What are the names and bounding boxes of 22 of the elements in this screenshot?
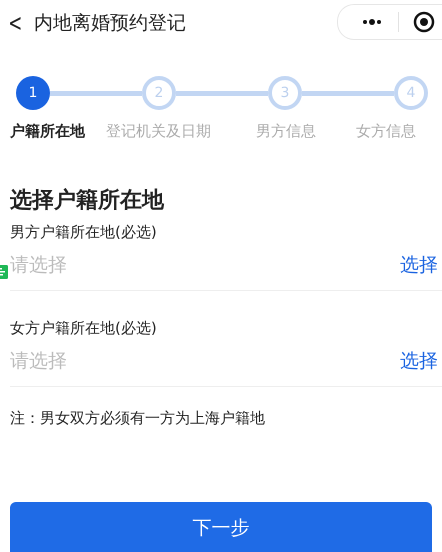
step-circle: 1 [16, 76, 50, 110]
step-label: 男方信息 [256, 122, 317, 141]
back-button[interactable]: < [8, 9, 28, 37]
next-button[interactable]: 下一步 [10, 502, 432, 552]
step-circle: 4 [394, 76, 428, 110]
input-field[interactable]: 请选择 [10, 254, 130, 276]
select-link[interactable]: 选择 [400, 348, 438, 374]
step-label: 女方信息 [356, 122, 417, 141]
select-link[interactable]: 选择 [400, 252, 438, 278]
step-circle: 3 [268, 76, 302, 110]
close-icon[interactable] [413, 11, 435, 33]
floating-button[interactable] [0, 262, 8, 282]
step-label: 户籍所在地 [10, 122, 86, 141]
field-label: 女方户籍所在地(必选) [10, 319, 158, 338]
field-label: 男方户籍所在地(必选) [10, 223, 158, 242]
note-text: 注：男女双方必须有一方为上海户籍地 [10, 409, 266, 428]
step-label: 登记机关及日期 [106, 122, 212, 141]
section-title: 选择户籍所在地 [10, 187, 166, 215]
input-field[interactable]: 请选择 [10, 350, 130, 372]
page-title: 内地离婚预约登记 [34, 11, 187, 36]
step-circle: 2 [142, 76, 176, 110]
more-icon[interactable] [362, 19, 382, 25]
